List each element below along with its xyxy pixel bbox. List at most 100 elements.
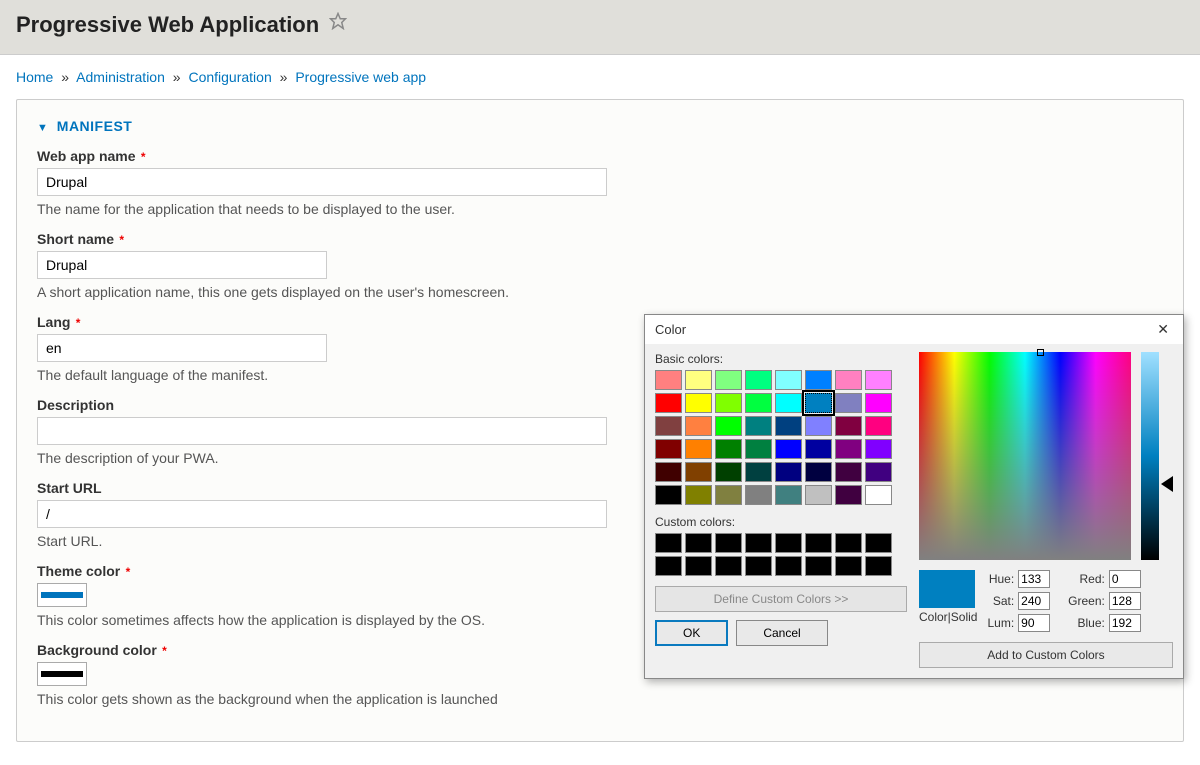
short-name-label: Short name * bbox=[37, 231, 1163, 247]
custom-color-cell[interactable] bbox=[805, 556, 832, 576]
lang-input[interactable] bbox=[37, 334, 327, 362]
custom-color-cell[interactable] bbox=[655, 556, 682, 576]
basic-color-cell[interactable] bbox=[745, 485, 772, 505]
color-preview bbox=[919, 570, 975, 608]
basic-color-cell[interactable] bbox=[775, 393, 802, 413]
custom-color-cell[interactable] bbox=[745, 556, 772, 576]
custom-color-cell[interactable] bbox=[715, 556, 742, 576]
basic-color-cell[interactable] bbox=[805, 370, 832, 390]
breadcrumb-link[interactable]: Progressive web app bbox=[295, 69, 426, 85]
basic-color-cell[interactable] bbox=[775, 416, 802, 436]
basic-color-cell[interactable] bbox=[715, 439, 742, 459]
basic-color-cell[interactable] bbox=[805, 416, 832, 436]
hue-input[interactable] bbox=[1018, 570, 1050, 588]
custom-colors-grid bbox=[655, 533, 907, 576]
basic-color-cell[interactable] bbox=[775, 462, 802, 482]
basic-color-cell[interactable] bbox=[655, 393, 682, 413]
luminance-slider[interactable] bbox=[1141, 352, 1159, 560]
description-input[interactable] bbox=[37, 417, 607, 445]
basic-color-cell[interactable] bbox=[775, 439, 802, 459]
dialog-titlebar[interactable]: Color ✕ bbox=[645, 315, 1183, 344]
basic-color-cell[interactable] bbox=[655, 370, 682, 390]
custom-color-cell[interactable] bbox=[775, 556, 802, 576]
custom-color-cell[interactable] bbox=[685, 533, 712, 553]
ok-button[interactable]: OK bbox=[655, 620, 728, 646]
basic-color-cell[interactable] bbox=[685, 370, 712, 390]
basic-color-cell[interactable] bbox=[745, 439, 772, 459]
basic-color-cell[interactable] bbox=[805, 393, 832, 413]
sat-input[interactable] bbox=[1018, 592, 1050, 610]
basic-color-cell[interactable] bbox=[835, 370, 862, 390]
basic-color-cell[interactable] bbox=[745, 416, 772, 436]
cancel-button[interactable]: Cancel bbox=[736, 620, 827, 646]
theme-color-button[interactable] bbox=[37, 583, 87, 607]
breadcrumb-link[interactable]: Configuration bbox=[188, 69, 271, 85]
breadcrumb-link[interactable]: Home bbox=[16, 69, 53, 85]
basic-color-cell[interactable] bbox=[715, 370, 742, 390]
basic-color-cell[interactable] bbox=[715, 393, 742, 413]
breadcrumb-link[interactable]: Administration bbox=[76, 69, 165, 85]
color-picker-dialog: Color ✕ Basic colors: Custom colors: Def… bbox=[644, 314, 1184, 679]
color-gradient[interactable] bbox=[919, 352, 1131, 560]
gradient-marker-icon bbox=[1037, 349, 1044, 356]
basic-color-cell[interactable] bbox=[835, 485, 862, 505]
breadcrumb: Home » Administration » Configuration » … bbox=[0, 55, 1200, 99]
name-input[interactable] bbox=[37, 168, 607, 196]
basic-color-cell[interactable] bbox=[655, 439, 682, 459]
start-url-input[interactable] bbox=[37, 500, 607, 528]
custom-color-cell[interactable] bbox=[865, 533, 892, 553]
add-to-custom-button[interactable]: Add to Custom Colors bbox=[919, 642, 1173, 668]
custom-color-cell[interactable] bbox=[865, 556, 892, 576]
basic-color-cell[interactable] bbox=[745, 370, 772, 390]
red-input[interactable] bbox=[1109, 570, 1141, 588]
custom-color-cell[interactable] bbox=[745, 533, 772, 553]
define-custom-colors-button: Define Custom Colors >> bbox=[655, 586, 907, 612]
bg-color-button[interactable] bbox=[37, 662, 87, 686]
basic-color-cell[interactable] bbox=[685, 439, 712, 459]
basic-color-cell[interactable] bbox=[715, 416, 742, 436]
basic-color-cell[interactable] bbox=[685, 462, 712, 482]
basic-color-cell[interactable] bbox=[835, 439, 862, 459]
basic-color-cell[interactable] bbox=[655, 462, 682, 482]
custom-color-cell[interactable] bbox=[715, 533, 742, 553]
basic-color-cell[interactable] bbox=[835, 416, 862, 436]
basic-color-cell[interactable] bbox=[865, 485, 892, 505]
basic-color-cell[interactable] bbox=[685, 485, 712, 505]
basic-color-cell[interactable] bbox=[865, 416, 892, 436]
green-input[interactable] bbox=[1109, 592, 1141, 610]
section-manifest-toggle[interactable]: ▼ MANIFEST bbox=[37, 100, 1163, 148]
basic-color-cell[interactable] bbox=[865, 462, 892, 482]
basic-color-cell[interactable] bbox=[775, 485, 802, 505]
basic-color-cell[interactable] bbox=[685, 393, 712, 413]
basic-color-cell[interactable] bbox=[865, 439, 892, 459]
basic-color-cell[interactable] bbox=[865, 370, 892, 390]
basic-color-cell[interactable] bbox=[715, 485, 742, 505]
basic-color-cell[interactable] bbox=[805, 439, 832, 459]
custom-color-cell[interactable] bbox=[775, 533, 802, 553]
blue-input[interactable] bbox=[1109, 614, 1141, 632]
custom-color-cell[interactable] bbox=[835, 556, 862, 576]
basic-color-cell[interactable] bbox=[715, 462, 742, 482]
short-name-input[interactable] bbox=[37, 251, 327, 279]
close-icon[interactable]: ✕ bbox=[1153, 321, 1173, 338]
star-icon[interactable] bbox=[329, 12, 347, 33]
basic-color-cell[interactable] bbox=[655, 416, 682, 436]
basic-color-cell[interactable] bbox=[805, 485, 832, 505]
custom-color-cell[interactable] bbox=[685, 556, 712, 576]
basic-color-cell[interactable] bbox=[835, 462, 862, 482]
lum-input[interactable] bbox=[1018, 614, 1050, 632]
custom-color-cell[interactable] bbox=[805, 533, 832, 553]
basic-color-cell[interactable] bbox=[745, 462, 772, 482]
basic-color-cell[interactable] bbox=[685, 416, 712, 436]
basic-color-cell[interactable] bbox=[655, 485, 682, 505]
luminance-arrow-icon bbox=[1161, 476, 1173, 492]
custom-color-cell[interactable] bbox=[835, 533, 862, 553]
basic-color-cell[interactable] bbox=[745, 393, 772, 413]
basic-color-cell[interactable] bbox=[865, 393, 892, 413]
basic-colors-grid bbox=[655, 370, 907, 505]
basic-color-cell[interactable] bbox=[835, 393, 862, 413]
name-label: Web app name * bbox=[37, 148, 1163, 164]
basic-color-cell[interactable] bbox=[805, 462, 832, 482]
custom-color-cell[interactable] bbox=[655, 533, 682, 553]
basic-color-cell[interactable] bbox=[775, 370, 802, 390]
